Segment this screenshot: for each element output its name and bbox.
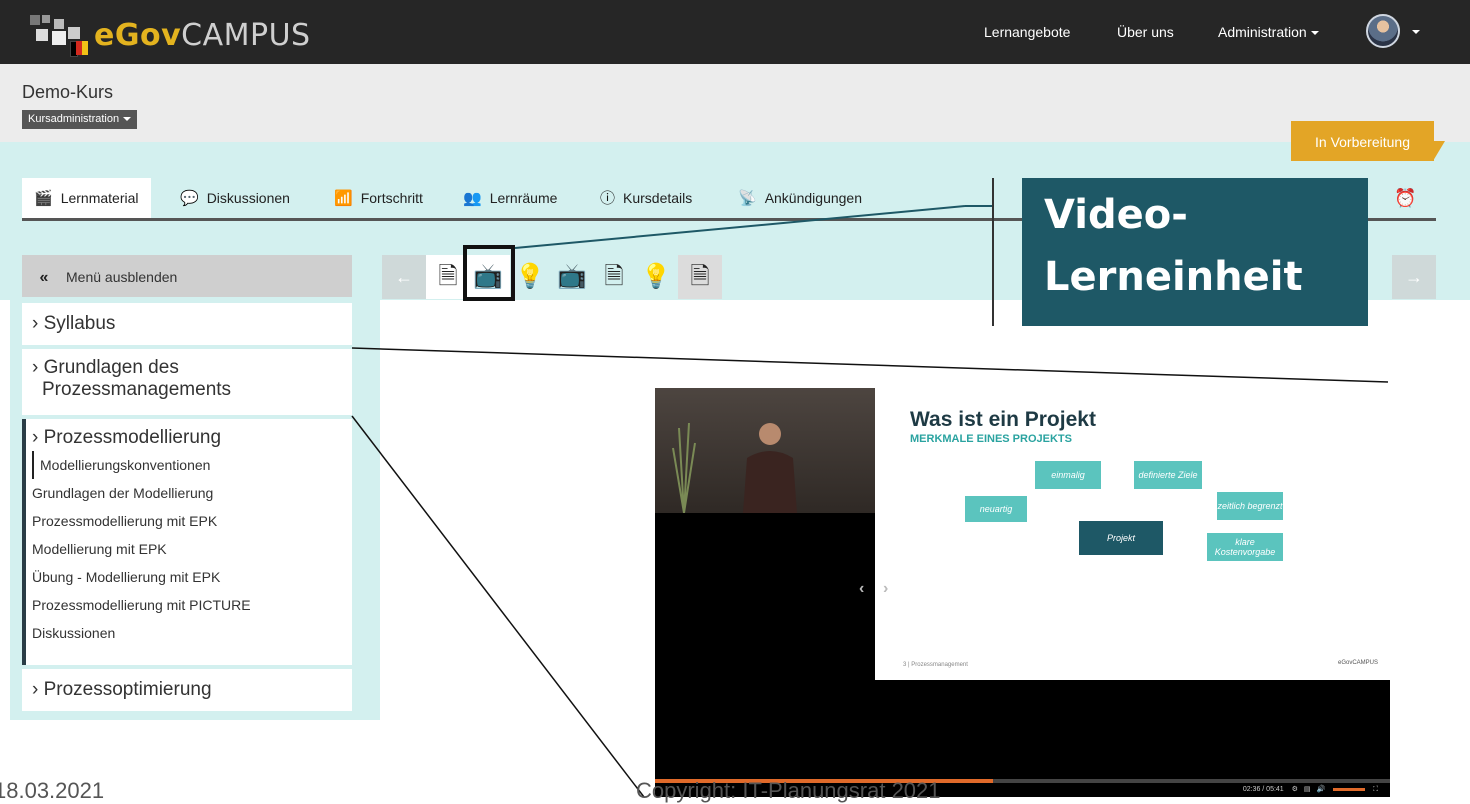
footer-date: 18.03.2021 — [0, 778, 105, 803]
annotation-lines — [351, 205, 1389, 797]
footer-copyright: Copyright: IT-Planungsrat 2021 — [636, 778, 941, 803]
